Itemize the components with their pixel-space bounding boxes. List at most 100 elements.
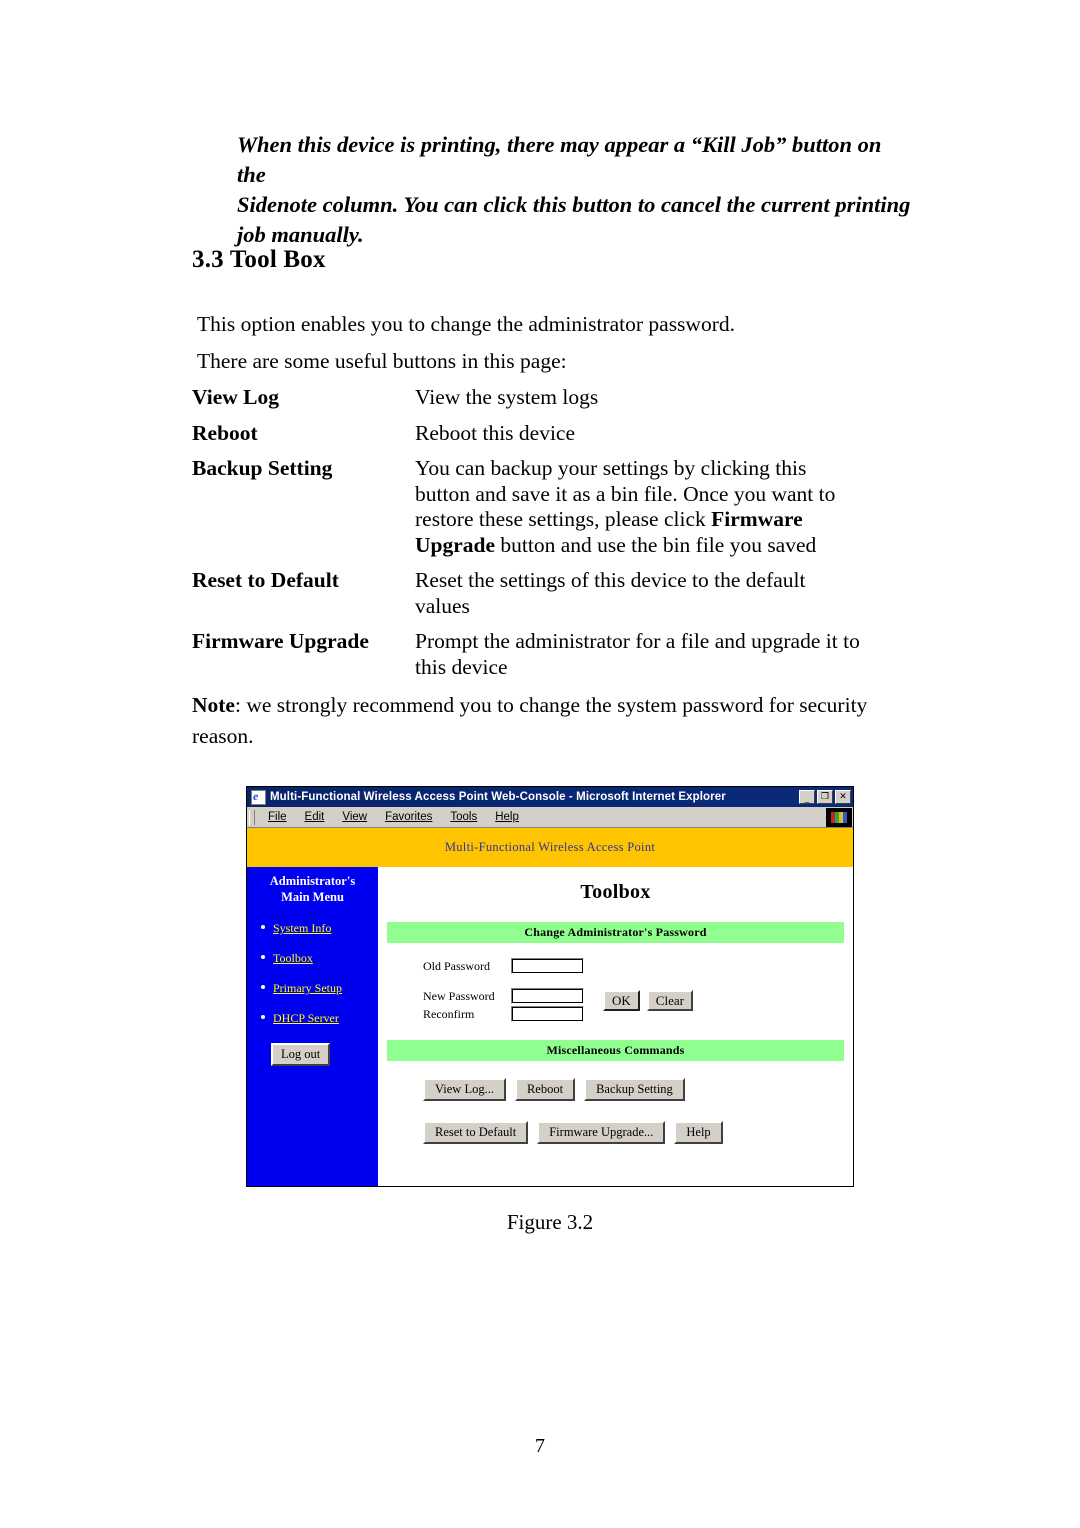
definition-term: Reboot: [192, 420, 258, 445]
site-main-panel: Toolbox Change Administrator's Password …: [378, 867, 853, 1186]
definition-line: values: [415, 593, 470, 618]
menu-item-help[interactable]: Help: [486, 811, 528, 823]
firmware-upgrade-button[interactable]: Firmware Upgrade...: [537, 1121, 666, 1144]
misc-buttons-row-2: Reset to Default Firmware Upgrade... Hel…: [387, 1121, 844, 1144]
old-password-row: Old Password: [423, 958, 584, 974]
sidenote-line-3: job manually.: [237, 222, 364, 247]
window-controls: _ ❐ ✕: [799, 790, 851, 804]
reconfirm-password-label: Reconfirm: [423, 1006, 475, 1021]
misc-buttons-row-1: View Log... Reboot Backup Setting: [387, 1078, 844, 1101]
sidebar-item-system-info[interactable]: System Info: [273, 921, 331, 935]
menu-item-favorites[interactable]: Favorites: [376, 811, 441, 823]
note-line-1-text: : we strongly recommend you to change th…: [234, 693, 868, 717]
definition-row: Firmware Upgrade Prompt the administrato…: [192, 629, 892, 680]
logout-button[interactable]: Log out: [271, 1043, 331, 1066]
menu-item-tools-label: Tools: [450, 811, 478, 823]
menu-item-edit[interactable]: Edit: [296, 811, 334, 823]
definition-line: Prompt the administrator for a file and …: [415, 629, 860, 653]
figure-caption: Figure 3.2: [506, 1210, 594, 1234]
old-password-label: Old Password: [423, 958, 491, 973]
menu-item-favorites-label: Favorites: [385, 811, 433, 823]
definition-description: Reboot this device: [415, 421, 892, 447]
reset-to-default-button[interactable]: Reset to Default: [423, 1121, 529, 1144]
menu-item-view[interactable]: View: [333, 811, 376, 823]
sidenote-line-1: When this device is printing, there may …: [237, 132, 882, 187]
sidebar-title-line-2: Main Menu: [281, 890, 344, 904]
sidebar-item-dhcp-server[interactable]: DHCP Server: [273, 1011, 339, 1025]
ok-button[interactable]: OK: [603, 990, 640, 1011]
definition-row: Reset to Default Reset the settings of t…: [192, 568, 892, 619]
minimize-icon: _: [804, 794, 810, 804]
menu-drag-handle[interactable]: [249, 809, 255, 825]
help-button[interactable]: Help: [674, 1121, 723, 1144]
definition-line: restore these settings, please click Fir…: [415, 507, 803, 531]
menu-item-help-label: Help: [495, 811, 519, 823]
note-line-1: Note: we strongly recommend you to chang…: [192, 690, 892, 721]
password-actions: OK Clear: [603, 990, 693, 1011]
definition-description: You can backup your settings by clicking…: [415, 456, 892, 558]
minimize-button[interactable]: _: [799, 790, 815, 804]
sidebar-item-toolbox[interactable]: Toolbox: [273, 951, 313, 965]
browser-title-bar: Multi-Functional Wireless Access Point W…: [247, 787, 853, 807]
misc-section-header: Miscellaneous Commands: [387, 1040, 844, 1061]
browser-viewport: Multi-Functional Wireless Access Point A…: [247, 828, 853, 1186]
page-title: 3.3 Tool Box: [192, 246, 326, 273]
document-page: When this device is printing, there may …: [0, 0, 1080, 1528]
menu-item-view-label: View: [342, 811, 368, 823]
logo-bar-4: [843, 811, 847, 823]
definition-term: Firmware Upgrade: [192, 629, 369, 653]
button-definition-list: View Log View the system logs Reboot Reb…: [192, 385, 892, 690]
password-form: Old Password New Password Reconfirm OK C…: [387, 958, 844, 1022]
ie-document-icon: [251, 789, 266, 805]
definition-line: this device: [415, 654, 508, 679]
definition-line: Reset the settings of this device to the…: [415, 568, 806, 592]
intro-line-2: There are some useful buttons in this pa…: [197, 349, 567, 373]
menu-item-file-label: File: [268, 811, 287, 823]
list-item: DHCP Server: [261, 1009, 378, 1027]
list-item: System Info: [261, 919, 378, 937]
browser-window-title: Multi-Functional Wireless Access Point W…: [270, 791, 726, 803]
definition-term: View Log: [192, 385, 279, 409]
definition-description: View the system logs: [415, 385, 892, 411]
page-number: 7: [535, 1435, 545, 1457]
definition-term: Reset to Default: [192, 568, 339, 592]
definition-line: Upgrade button and use the bin file you …: [415, 532, 817, 557]
close-icon: ✕: [839, 792, 847, 802]
definition-row: Reboot Reboot this device: [192, 421, 892, 447]
reboot-button[interactable]: Reboot: [514, 1078, 576, 1101]
sidebar-nav-list: System Info Toolbox Primary Setup DHCP S…: [247, 919, 378, 1027]
view-log-button[interactable]: View Log...: [423, 1078, 506, 1101]
maximize-button[interactable]: ❐: [817, 790, 833, 804]
backup-setting-button[interactable]: Backup Setting: [584, 1078, 685, 1101]
definition-term: Backup Setting: [192, 456, 333, 480]
note-label: Note: [192, 693, 235, 717]
menu-item-edit-label: Edit: [304, 811, 325, 823]
sidebar-title: Administrator's Main Menu: [247, 873, 378, 905]
definition-description: Reset the settings of this device to the…: [415, 568, 892, 619]
new-password-input[interactable]: [511, 988, 584, 1004]
old-password-input[interactable]: [511, 958, 584, 974]
reconfirm-password-row: Reconfirm: [423, 1006, 584, 1022]
definition-line: View the system logs: [415, 385, 599, 409]
main-page-title: Toolbox: [580, 881, 651, 903]
definition-description: Prompt the administrator for a file and …: [415, 629, 892, 680]
browser-menu-bar: File Edit View Favorites Tools Help: [247, 807, 853, 828]
new-password-row: New Password: [423, 988, 584, 1004]
definition-line: Reboot this device: [415, 420, 576, 445]
clear-button[interactable]: Clear: [646, 990, 693, 1011]
menu-item-tools[interactable]: Tools: [441, 811, 486, 823]
sidenote-paragraph: When this device is printing, there may …: [237, 130, 912, 250]
intro-line-1: This option enables you to change the ad…: [197, 312, 735, 336]
sidebar-item-primary-setup[interactable]: Primary Setup: [273, 981, 342, 995]
menu-item-file[interactable]: File: [259, 811, 296, 823]
close-button[interactable]: ✕: [835, 790, 851, 804]
definition-row: View Log View the system logs: [192, 385, 892, 411]
sidenote-line-2: Sidenote column. You can click this butt…: [237, 192, 911, 217]
definition-row: Backup Setting You can backup your setti…: [192, 456, 892, 558]
sidebar-title-line-1: Administrator's: [269, 874, 356, 888]
internet-explorer-logo-icon: [826, 807, 852, 827]
note-line-2: reason.: [192, 724, 254, 748]
reconfirm-password-input[interactable]: [511, 1006, 584, 1022]
definition-line: You can backup your settings by clicking…: [415, 456, 807, 480]
maximize-icon: ❐: [820, 792, 830, 802]
